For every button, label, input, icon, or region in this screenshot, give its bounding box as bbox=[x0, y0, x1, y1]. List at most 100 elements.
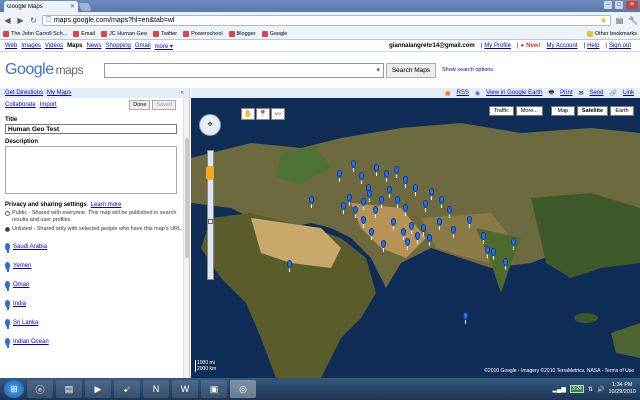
start-button[interactable]: ⊞ bbox=[4, 380, 24, 398]
placemark-tool-icon[interactable]: 📍 bbox=[256, 108, 270, 120]
earth-button[interactable]: Earth bbox=[610, 106, 634, 116]
maximize-icon[interactable]: □ bbox=[615, 1, 623, 9]
import-link[interactable]: Import bbox=[40, 102, 57, 108]
taskbar-clock[interactable]: 1:34 PM 10/29/2010 bbox=[608, 382, 636, 396]
show-search-options-link[interactable]: Show search options bbox=[442, 67, 493, 73]
radio-unlisted[interactable] bbox=[5, 227, 10, 232]
saved-button: Saved bbox=[152, 100, 176, 110]
search-input[interactable]: ▾ bbox=[104, 63, 384, 78]
minimize-icon[interactable]: – bbox=[604, 1, 612, 9]
view-in-google-earth-link[interactable]: View in Google Earth bbox=[486, 90, 542, 96]
collapse-panel-icon[interactable]: « bbox=[181, 90, 184, 96]
signal-icon[interactable]: ▂▄▆ bbox=[552, 386, 565, 393]
bookmark-item[interactable]: JC Human Geo bbox=[101, 30, 147, 37]
collaborate-link[interactable]: Collaborate bbox=[5, 102, 36, 108]
earth-icon: ◉ bbox=[474, 90, 481, 97]
rss-icon: ▣ bbox=[444, 90, 451, 97]
taskbar-folder-icon[interactable]: ▣ bbox=[201, 380, 227, 398]
taskbar-onenote-icon[interactable]: N bbox=[143, 380, 169, 398]
new-tab-button[interactable] bbox=[78, 3, 92, 11]
description-textarea[interactable] bbox=[5, 146, 177, 194]
help-link[interactable]: Help bbox=[587, 43, 599, 49]
page-menu-icon[interactable]: ▤ bbox=[615, 16, 624, 25]
search-row: Google maps ▾ Search Maps Show search opt… bbox=[0, 53, 640, 88]
gbar-link-news[interactable]: News bbox=[87, 43, 102, 49]
map-button[interactable]: Map bbox=[550, 106, 575, 116]
volume-icon[interactable]: 🔊 bbox=[597, 386, 604, 393]
gbar-link-images[interactable]: Images bbox=[21, 43, 41, 49]
done-button[interactable]: Done bbox=[129, 100, 151, 110]
hand-tool-icon[interactable]: ✋ bbox=[241, 108, 255, 120]
rss-link[interactable]: RSS bbox=[457, 90, 469, 96]
panel-actions: Collaborate Import Done Saved bbox=[0, 98, 189, 112]
google-maps-logo[interactable]: Google maps bbox=[5, 61, 83, 79]
gbar-current-maps: Maps bbox=[67, 43, 83, 49]
link-link[interactable]: Link bbox=[623, 90, 634, 96]
line-tool-icon[interactable]: 〰 bbox=[271, 108, 285, 120]
taskbar-media-icon[interactable]: ▶ bbox=[85, 380, 111, 398]
blue-pin-icon[interactable] bbox=[5, 337, 10, 348]
other-bookmarks[interactable]: Other bookmarks bbox=[586, 30, 637, 37]
print-link[interactable]: Print bbox=[560, 90, 572, 96]
browser-tab[interactable]: Google Maps ✕ bbox=[4, 1, 78, 12]
window-controls: – □ ✕ bbox=[604, 1, 638, 9]
pegman-icon[interactable] bbox=[206, 166, 214, 180]
reload-icon[interactable]: ↻ bbox=[29, 16, 38, 25]
title-input[interactable]: Human Geo Test bbox=[5, 124, 177, 134]
my-maps-link[interactable]: My Maps bbox=[47, 90, 71, 96]
taskbar-word-icon[interactable]: W bbox=[172, 380, 198, 398]
blue-pin-icon[interactable] bbox=[5, 318, 10, 329]
blue-pin-icon[interactable] bbox=[5, 280, 10, 291]
dropdown-arrow-icon[interactable]: ▾ bbox=[376, 66, 380, 74]
search-maps-button[interactable]: Search Maps bbox=[386, 63, 436, 78]
bookmark-item[interactable]: Email bbox=[73, 30, 95, 37]
gbar-link-gmail[interactable]: Gmail bbox=[135, 43, 151, 49]
list-item: Indian Ocean bbox=[5, 332, 184, 351]
taskbar-chrome-icon[interactable]: ◎ bbox=[230, 380, 256, 398]
wrench-icon[interactable]: 🔧 bbox=[628, 16, 638, 25]
scrollbar-thumb[interactable] bbox=[185, 138, 189, 258]
bookmark-item[interactable]: Google bbox=[261, 30, 287, 37]
learn-more-link[interactable]: Learn more bbox=[91, 202, 122, 208]
bookmark-star-icon[interactable]: ★ bbox=[600, 16, 607, 25]
map-canvas[interactable]: ▣ RSS ◉ View in Google Earth 🖶 Print ✉ S… bbox=[191, 88, 640, 378]
get-directions-link[interactable]: Get Directions bbox=[5, 90, 43, 96]
my-account-link[interactable]: My Account bbox=[546, 43, 577, 49]
address-bar[interactable]: 🗋 maps.google.com/maps?hl=en&tab=wl ★ bbox=[42, 14, 611, 26]
taskbar-explorer-icon[interactable]: ▤ bbox=[56, 380, 82, 398]
send-link[interactable]: Send bbox=[589, 90, 603, 96]
unlisted-option[interactable]: Unlisted - Shared only with selected peo… bbox=[5, 226, 184, 233]
bookmark-item[interactable]: Powerschool bbox=[183, 30, 223, 37]
close-tab-icon[interactable]: ✕ bbox=[70, 3, 75, 10]
gbar-link-web[interactable]: Web bbox=[5, 43, 17, 49]
taskbar-ie-icon[interactable]: ⓔ bbox=[27, 380, 53, 398]
blue-pin-icon[interactable] bbox=[5, 242, 10, 253]
bookmark-item[interactable]: Blogger bbox=[228, 30, 256, 37]
radio-public[interactable] bbox=[5, 211, 10, 216]
map-copyright: ©2010 Google - Imagery ©2010 TerraMetric… bbox=[484, 368, 634, 374]
close-window-icon[interactable]: ✕ bbox=[626, 1, 638, 9]
forward-icon[interactable]: ▶ bbox=[16, 16, 25, 25]
blue-pin-icon[interactable] bbox=[5, 299, 10, 310]
panel-scrollbar[interactable] bbox=[183, 98, 189, 378]
battery-meter[interactable]: 3:24 bbox=[569, 385, 584, 393]
blue-pin-icon[interactable] bbox=[5, 261, 10, 272]
folder-icon bbox=[586, 30, 593, 37]
sign-out-link[interactable]: Sign out bbox=[609, 43, 631, 49]
back-icon[interactable]: ◀ bbox=[3, 16, 12, 25]
bookmark-item[interactable]: The John Carroll Sch... bbox=[3, 30, 67, 37]
gbar-link-videos[interactable]: Videos bbox=[45, 43, 63, 49]
taskbar-app-icon[interactable]: ➹ bbox=[114, 380, 140, 398]
bookmarks-bar: The John Carroll Sch... Email JC Human G… bbox=[0, 28, 640, 40]
more-button[interactable]: More... bbox=[515, 106, 543, 116]
gbar-link-more[interactable]: more ▾ bbox=[155, 43, 173, 50]
traffic-button[interactable]: Traffic bbox=[488, 106, 514, 116]
my-profile-link[interactable]: My Profile bbox=[484, 43, 511, 49]
zoom-handle[interactable] bbox=[208, 219, 213, 224]
pan-control[interactable]: ✥ bbox=[199, 114, 221, 136]
network-icon[interactable]: ⇅ bbox=[588, 386, 593, 393]
bookmark-item[interactable]: Twitter bbox=[152, 30, 177, 37]
public-option[interactable]: Public - Shared with everyone. This map … bbox=[5, 210, 184, 224]
satellite-button[interactable]: Satellite bbox=[576, 106, 608, 116]
gbar-link-shopping[interactable]: Shopping bbox=[106, 43, 131, 49]
